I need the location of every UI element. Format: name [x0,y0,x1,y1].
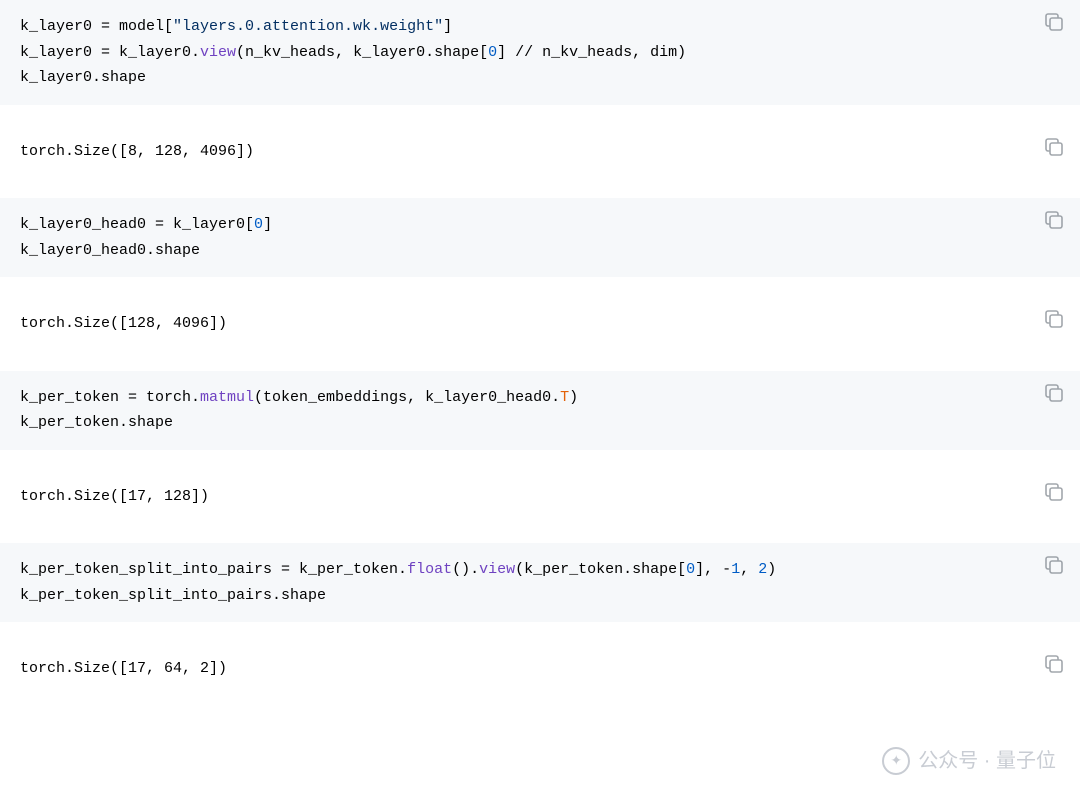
code-cell: k_per_token = torch.matmul(token_embeddi… [0,371,1080,450]
output-content: torch.Size([17, 128]) [20,484,1060,510]
output-content: torch.Size([17, 64, 2]) [20,656,1060,682]
code-cell: k_per_token_split_into_pairs = k_per_tok… [0,543,1080,622]
copy-icon[interactable] [1042,381,1066,405]
copy-icon[interactable] [1042,480,1066,504]
code-content: k_per_token = torch.matmul(token_embeddi… [20,385,1060,436]
copy-icon[interactable] [1042,135,1066,159]
code-content: k_layer0_head0 = k_layer0[0] k_layer0_he… [20,212,1060,263]
output-content: torch.Size([128, 4096]) [20,311,1060,337]
watermark: ✦ 公众号 · 量子位 [882,744,1056,778]
output-cell: torch.Size([128, 4096]) [0,297,1080,351]
output-content: torch.Size([8, 128, 4096]) [20,139,1060,165]
watermark-text: 公众号 · 量子位 [918,744,1056,778]
copy-icon[interactable] [1042,307,1066,331]
output-cell: torch.Size([8, 128, 4096]) [0,125,1080,179]
copy-icon[interactable] [1042,652,1066,676]
output-cell: torch.Size([17, 128]) [0,470,1080,524]
code-cell: k_layer0 = model["layers.0.attention.wk.… [0,0,1080,105]
output-cell: torch.Size([17, 64, 2]) [0,642,1080,696]
wechat-icon: ✦ [882,747,910,775]
copy-icon[interactable] [1042,553,1066,577]
code-cell: k_layer0_head0 = k_layer0[0] k_layer0_he… [0,198,1080,277]
copy-icon[interactable] [1042,208,1066,232]
copy-icon[interactable] [1042,10,1066,34]
code-content: k_layer0 = model["layers.0.attention.wk.… [20,14,1060,91]
code-content: k_per_token_split_into_pairs = k_per_tok… [20,557,1060,608]
